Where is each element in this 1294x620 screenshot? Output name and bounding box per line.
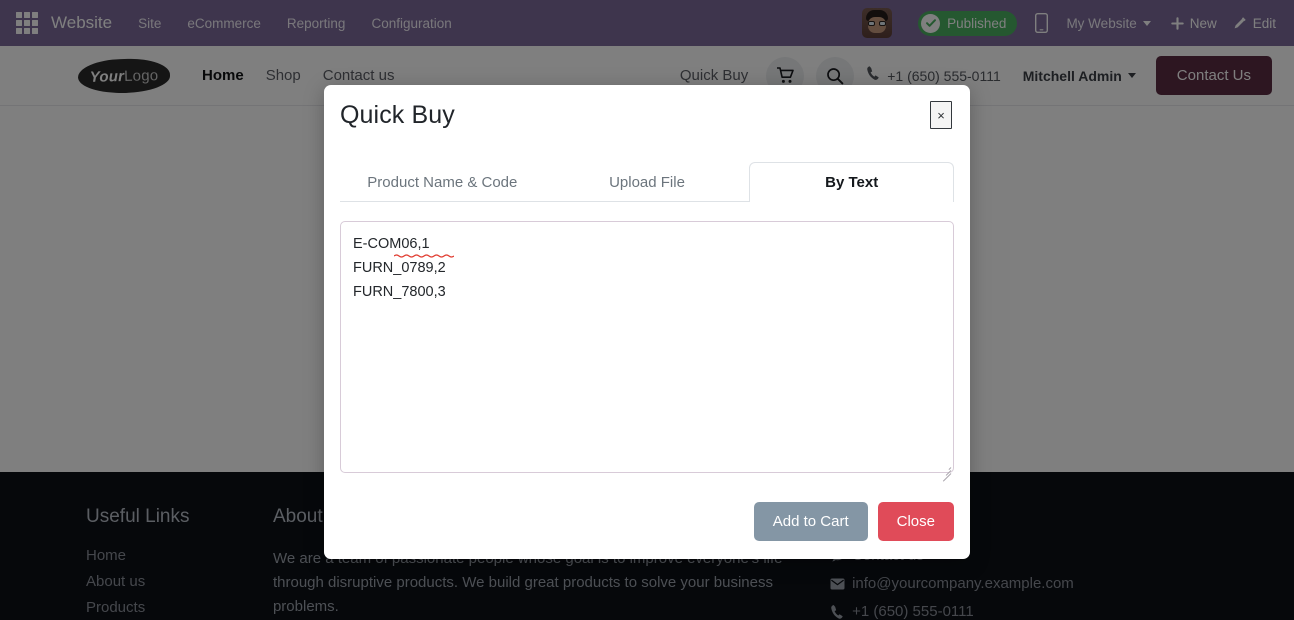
modal-title: Quick Buy [340, 101, 455, 129]
tab-by-text[interactable]: By Text [749, 162, 955, 202]
modal-tabs: Product Name & Code Upload File By Text [340, 161, 955, 202]
modal-footer: Add to Cart Close [324, 502, 970, 559]
tab-upload-file[interactable]: Upload File [545, 162, 750, 202]
quick-buy-modal: Quick Buy × Product Name & Code Upload F… [324, 85, 970, 559]
add-to-cart-button[interactable]: Add to Cart [753, 502, 868, 541]
close-icon[interactable]: × [930, 101, 952, 129]
tab-product-name-and-code[interactable]: Product Name & Code [340, 162, 545, 202]
by-text-textarea[interactable] [340, 221, 954, 473]
modal-header: Quick Buy × [324, 85, 970, 130]
textarea-wrapper [340, 221, 954, 482]
screen: Website Site eCommerce Reporting Configu… [0, 0, 1294, 620]
close-button[interactable]: Close [877, 502, 954, 541]
